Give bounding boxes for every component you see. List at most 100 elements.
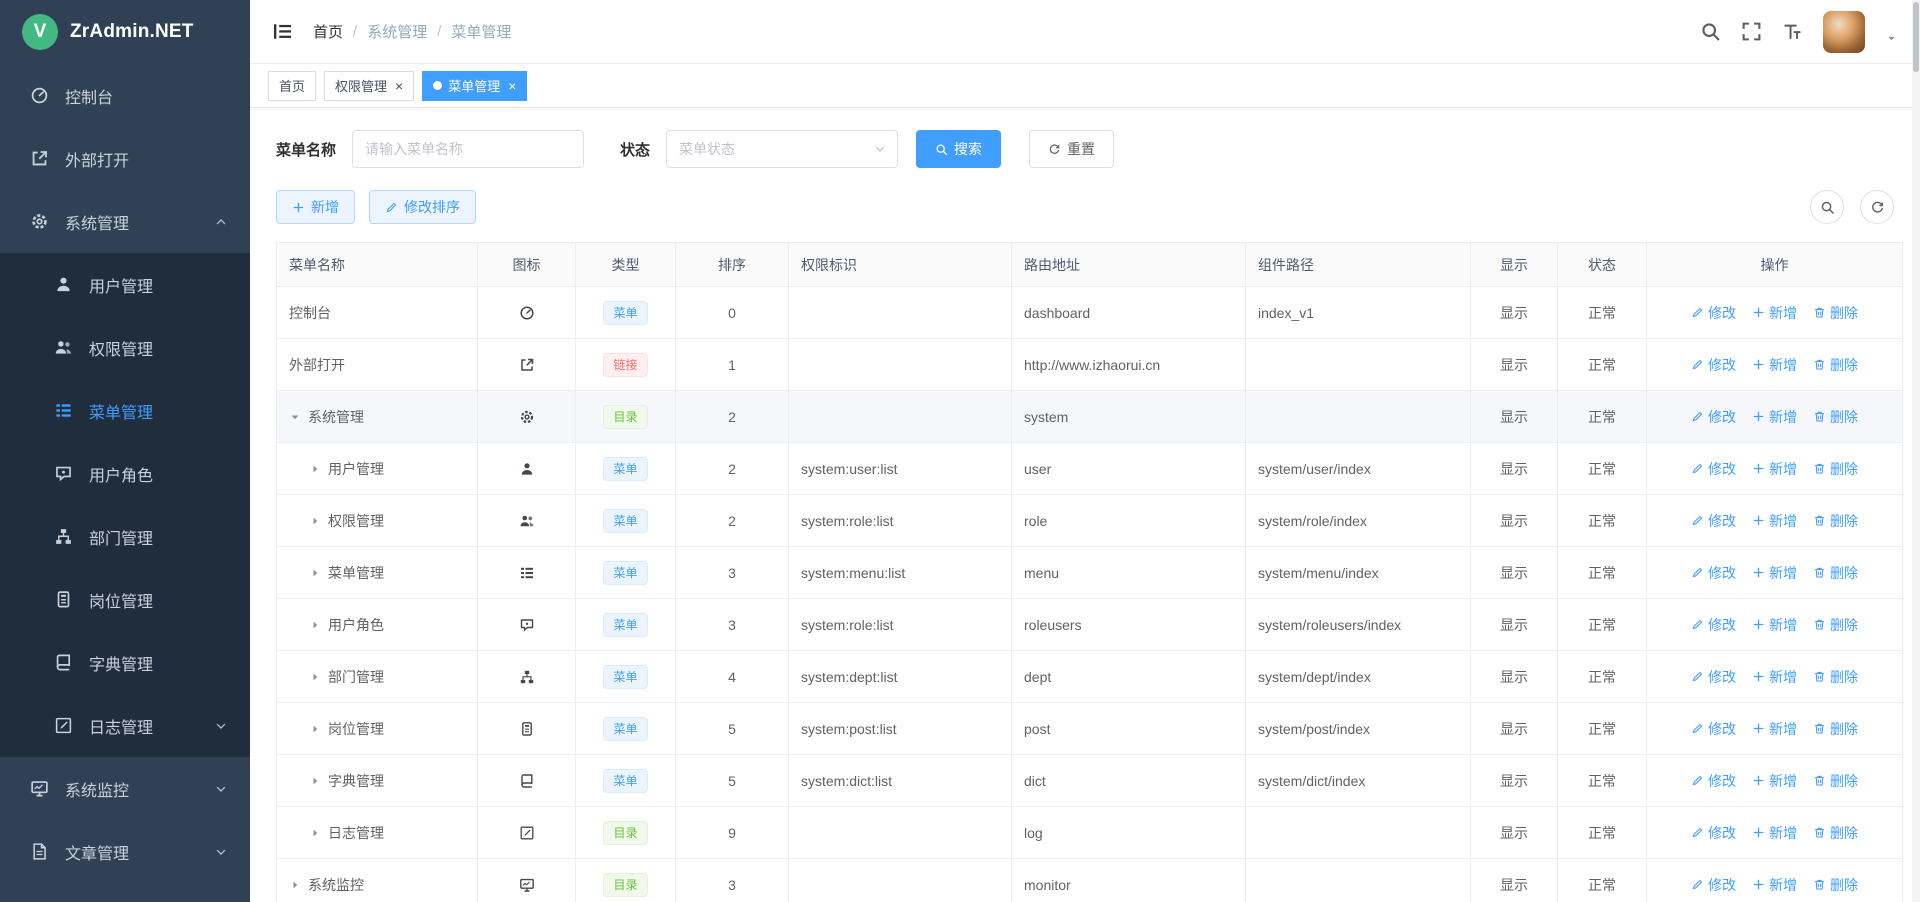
table-row[interactable]: 权限管理菜单2system:role:listrolesystem/role/i… (277, 495, 1903, 547)
table-row[interactable]: 菜单管理菜单3system:menu:listmenusystem/menu/i… (277, 547, 1903, 599)
collapse-caret-icon[interactable] (289, 879, 308, 891)
font-size-icon[interactable] (1782, 21, 1803, 42)
add-link[interactable]: 新增 (1752, 303, 1797, 323)
edit-link[interactable]: 修改 (1691, 667, 1736, 687)
collapse-caret-icon[interactable] (309, 515, 328, 527)
add-link[interactable]: 新增 (1752, 823, 1797, 843)
tab-menu[interactable]: 菜单管理× (422, 71, 527, 101)
sidebar-item-dept[interactable]: 部门管理 (0, 505, 250, 568)
table-row[interactable]: 控制台菜单0dashboardindex_v1显示正常修改新增删除 (277, 287, 1903, 339)
page-scrollbar[interactable] (1912, 0, 1920, 902)
delete-link[interactable]: 删除 (1813, 719, 1858, 739)
table-row[interactable]: 日志管理目录9log显示正常修改新增删除 (277, 807, 1903, 859)
expand-caret-icon[interactable] (289, 411, 308, 423)
table-row[interactable]: 部门管理菜单4system:dept:listdeptsystem/dept/i… (277, 651, 1903, 703)
sort-button[interactable]: 修改排序 (369, 190, 476, 224)
tab-role[interactable]: 权限管理× (324, 71, 414, 101)
edit-link[interactable]: 修改 (1691, 615, 1736, 635)
delete-link[interactable]: 删除 (1813, 823, 1858, 843)
edit-link[interactable]: 修改 (1691, 875, 1736, 895)
reset-button[interactable]: 重置 (1029, 130, 1114, 168)
edit-link[interactable]: 修改 (1691, 303, 1736, 323)
collapse-caret-icon[interactable] (309, 671, 328, 683)
delete-link[interactable]: 删除 (1813, 303, 1858, 323)
add-link[interactable]: 新增 (1752, 719, 1797, 739)
sidebar-item-label: 文章管理 (65, 840, 129, 864)
delete-link[interactable]: 删除 (1813, 459, 1858, 479)
search-icon[interactable] (1700, 21, 1721, 42)
sidebar-item-log[interactable]: 日志管理 (0, 694, 250, 757)
sidebar-item-dict[interactable]: 字典管理 (0, 631, 250, 694)
table-row[interactable]: 用户管理菜单2system:user:listusersystem/user/i… (277, 443, 1903, 495)
tab-home[interactable]: 首页 (268, 71, 316, 101)
collapse-caret-icon[interactable] (309, 567, 328, 579)
scrollbar-thumb[interactable] (1913, 2, 1919, 72)
sidebar-item-user[interactable]: 用户管理 (0, 253, 250, 316)
delete-link[interactable]: 删除 (1813, 771, 1858, 791)
status-cell: 正常 (1558, 651, 1647, 703)
delete-link[interactable]: 删除 (1813, 667, 1858, 687)
toggle-search-button[interactable] (1810, 190, 1844, 224)
menu-name-field[interactable] (365, 141, 571, 157)
table-row[interactable]: 字典管理菜单5system:dict:listdictsystem/dict/i… (277, 755, 1903, 807)
delete-link[interactable]: 删除 (1813, 563, 1858, 583)
edit-link[interactable]: 修改 (1691, 563, 1736, 583)
add-link[interactable]: 新增 (1752, 511, 1797, 531)
logo[interactable]: V ZrAdmin.NET (0, 0, 250, 64)
edit-link[interactable]: 修改 (1691, 823, 1736, 843)
edit-link[interactable]: 修改 (1691, 511, 1736, 531)
delete-link[interactable]: 删除 (1813, 407, 1858, 427)
sidebar-item-system[interactable]: 系统管理 (0, 190, 250, 253)
table-row[interactable]: 用户角色菜单3system:role:listroleuserssystem/r… (277, 599, 1903, 651)
table-refresh-button[interactable] (1860, 190, 1894, 224)
search-button[interactable]: 搜索 (916, 130, 1001, 168)
chevron-down-icon[interactable] (1885, 32, 1898, 45)
collapse-caret-icon[interactable] (309, 827, 328, 839)
sidebar-item-monitor[interactable]: 系统监控 (0, 757, 250, 820)
add-link[interactable]: 新增 (1752, 771, 1797, 791)
sidebar-item-menu[interactable]: 菜单管理 (0, 379, 250, 442)
edit-link[interactable]: 修改 (1691, 771, 1736, 791)
breadcrumb-item[interactable]: 首页 (313, 21, 343, 42)
delete-link[interactable]: 删除 (1813, 615, 1858, 635)
add-link[interactable]: 新增 (1752, 615, 1797, 635)
collapse-caret-icon[interactable] (309, 723, 328, 735)
avatar[interactable] (1823, 11, 1865, 53)
active-dot (433, 81, 442, 90)
table-row[interactable]: 系统监控目录3monitor显示正常修改新增删除 (277, 859, 1903, 902)
collapse-caret-icon[interactable] (309, 775, 328, 787)
status-select[interactable] (666, 130, 898, 168)
add-link[interactable]: 新增 (1752, 459, 1797, 479)
hamburger-icon[interactable] (272, 21, 293, 42)
close-icon[interactable]: × (508, 79, 516, 93)
close-icon[interactable]: × (395, 79, 403, 93)
delete-link[interactable]: 删除 (1813, 355, 1858, 375)
table-row[interactable]: 岗位管理菜单5system:post:listpostsystem/post/i… (277, 703, 1903, 755)
add-link[interactable]: 新增 (1752, 407, 1797, 427)
edit-link[interactable]: 修改 (1691, 719, 1736, 739)
edit-link[interactable]: 修改 (1691, 459, 1736, 479)
collapse-caret-icon[interactable] (309, 463, 328, 475)
delete-link[interactable]: 删除 (1813, 875, 1858, 895)
edit-link[interactable]: 修改 (1691, 407, 1736, 427)
add-link[interactable]: 新增 (1752, 355, 1797, 375)
route-cell: dashboard (1012, 287, 1246, 339)
sidebar-item-roleusers[interactable]: 用户角色 (0, 442, 250, 505)
add-button[interactable]: 新增 (276, 190, 355, 224)
fullscreen-icon[interactable] (1741, 21, 1762, 42)
status-field[interactable] (679, 141, 885, 157)
sidebar-item-role[interactable]: 权限管理 (0, 316, 250, 379)
edit-link[interactable]: 修改 (1691, 355, 1736, 375)
sidebar-item-dashboard[interactable]: 控制台 (0, 64, 250, 127)
table-row[interactable]: 外部打开链接1http://www.izhaorui.cn显示正常修改新增删除 (277, 339, 1903, 391)
sidebar-item-article[interactable]: 文章管理 (0, 820, 250, 883)
table-row[interactable]: 系统管理目录2system显示正常修改新增删除 (277, 391, 1903, 443)
add-link[interactable]: 新增 (1752, 667, 1797, 687)
add-link[interactable]: 新增 (1752, 875, 1797, 895)
add-link[interactable]: 新增 (1752, 563, 1797, 583)
collapse-caret-icon[interactable] (309, 619, 328, 631)
delete-link[interactable]: 删除 (1813, 511, 1858, 531)
menu-name-input[interactable] (352, 130, 584, 168)
sidebar-item-post[interactable]: 岗位管理 (0, 568, 250, 631)
sidebar-item-external[interactable]: 外部打开 (0, 127, 250, 190)
